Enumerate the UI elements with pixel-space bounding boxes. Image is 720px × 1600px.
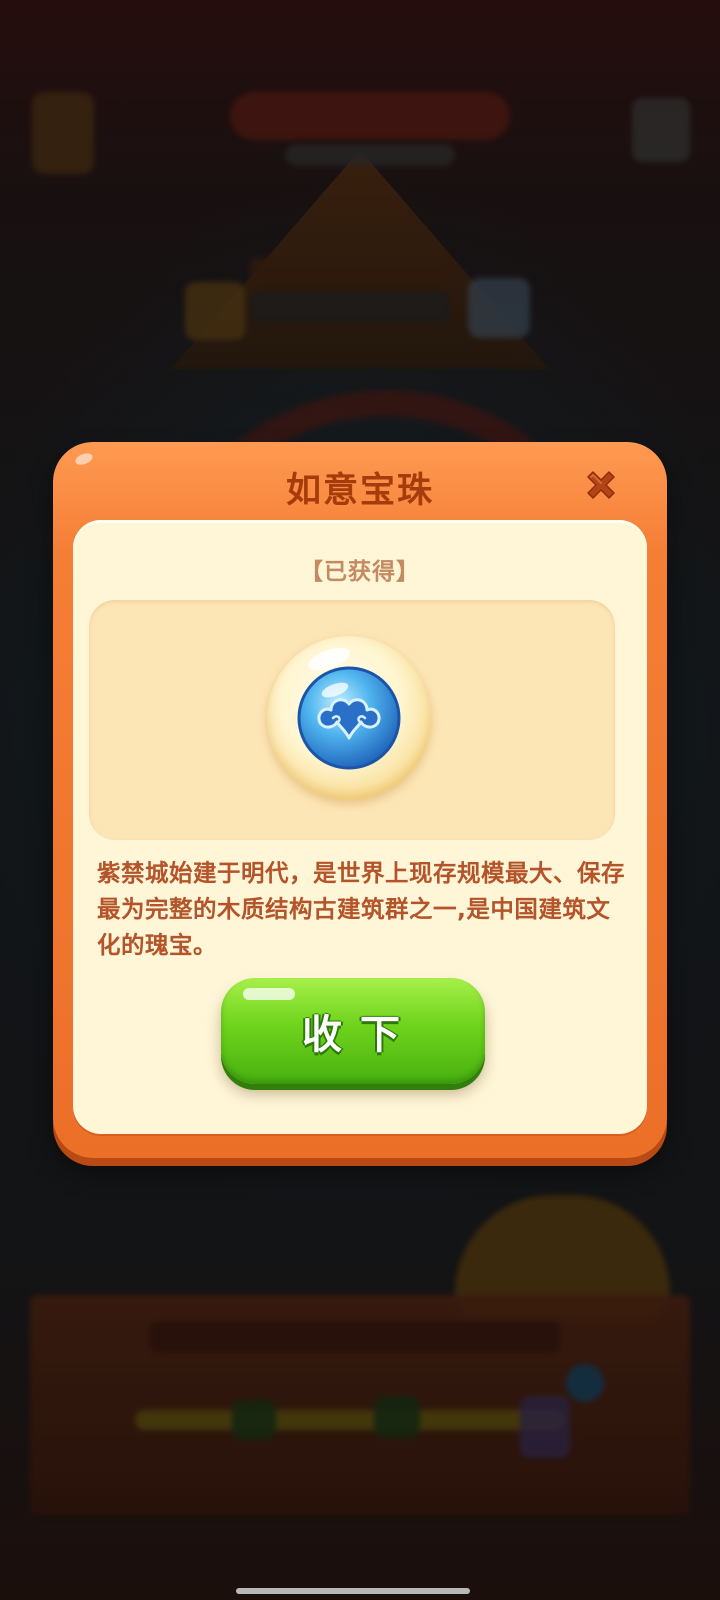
item-display-panel	[89, 600, 615, 840]
home-indicator[interactable]	[236, 1588, 470, 1594]
collect-button[interactable]: 收下	[221, 978, 485, 1084]
status-right-bracket: 】	[396, 559, 420, 585]
cloud-pearl-icon	[297, 666, 401, 770]
collect-button-label: 收下	[302, 1012, 418, 1058]
close-button[interactable]	[580, 464, 622, 506]
item-dialog: 如意宝珠 【已获得】 紫禁城始建于明代，是世界上现存规模最大、保存最为完整的木质…	[53, 442, 667, 1158]
dialog-title: 如意宝珠	[285, 471, 434, 511]
item-description: 紫禁城始建于明代，是世界上现存规模最大、保存最为完整的木质结构古建筑群之一,是中…	[97, 859, 625, 959]
status-label: 【已获得】	[73, 552, 647, 586]
close-icon	[587, 471, 615, 499]
dialog-card: 【已获得】 紫禁城始建于明代，是世界上现存规模最大、保存最为完整的木质结构古建筑…	[73, 520, 647, 1134]
status-text: 已获得	[324, 559, 396, 585]
status-left-bracket: 【	[300, 559, 324, 585]
pearl-orb	[267, 636, 431, 800]
